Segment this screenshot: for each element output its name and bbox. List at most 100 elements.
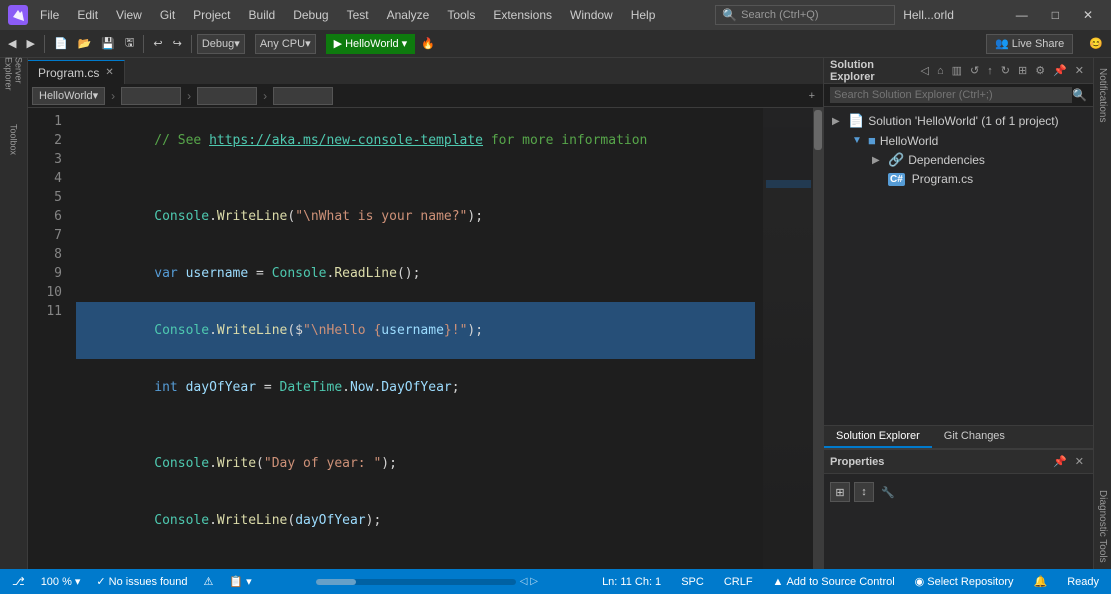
feedback-button[interactable]: 😊 <box>1085 35 1107 52</box>
menu-project[interactable]: Project <box>185 6 238 24</box>
no-issues[interactable]: ✓ No issues found <box>92 575 191 588</box>
prop-close-btn[interactable]: ✕ <box>1072 454 1087 469</box>
live-share-button[interactable]: 👥 Live Share <box>986 34 1073 54</box>
new-file-button[interactable]: 📄 <box>50 35 72 52</box>
se-btn-6[interactable]: ↻ <box>998 63 1013 78</box>
menu-extensions[interactable]: Extensions <box>485 6 560 24</box>
source-control-icon: ▲ <box>773 576 784 588</box>
toolbox-icon[interactable]: Toolbox <box>2 128 26 152</box>
tab-close-icon[interactable]: ✕ <box>105 67 113 78</box>
prop-settings-icon[interactable]: 🔧 <box>878 482 898 502</box>
ready-label: Ready <box>1067 576 1099 588</box>
far-right-sidebar: Notifications Diagnostic Tools <box>1093 58 1111 569</box>
breadcrumb-2[interactable] <box>121 87 181 105</box>
tree-project[interactable]: ▼ ■ HelloWorld <box>824 131 1093 150</box>
task-status[interactable]: 📋 ▾ <box>225 575 255 588</box>
breadcrumb-4[interactable] <box>273 87 333 105</box>
toolbar-separator-2 <box>143 35 144 53</box>
menu-analyze[interactable]: Analyze <box>379 6 438 24</box>
task-icon: 📋 <box>229 575 243 588</box>
menu-tools[interactable]: Tools <box>439 6 483 24</box>
breadcrumb-arrow-2: › <box>187 89 191 103</box>
tree-programcs[interactable]: ▶ C# Program.cs <box>824 170 1093 188</box>
se-close-btn[interactable]: ✕ <box>1072 63 1087 78</box>
diagnostic-tools-tab[interactable]: Diagnostic Tools <box>1095 484 1110 569</box>
cpu-config-dropdown[interactable]: Any CPU ▾ <box>255 34 316 54</box>
search-icon: 🔍 <box>722 8 737 22</box>
git-changes-tab[interactable]: Git Changes <box>932 426 1017 448</box>
save-all-button[interactable]: 🖫 <box>121 32 138 55</box>
code-line-7 <box>76 416 755 435</box>
breadcrumb-helloworld[interactable]: HelloWorld ▾ <box>32 87 105 105</box>
se-pin-btn[interactable]: 📌 <box>1050 63 1070 78</box>
menu-view[interactable]: View <box>108 6 150 24</box>
notification-bell[interactable]: 🔔 <box>1030 575 1052 588</box>
save-button[interactable]: 💾 <box>97 35 119 52</box>
se-bottom-tabs: Solution Explorer Git Changes <box>824 425 1093 449</box>
zoom-level[interactable]: 100 % ▾ <box>37 575 85 588</box>
se-btn-2[interactable]: ⌂ <box>934 63 947 78</box>
scrollbar-thumb[interactable] <box>814 110 822 150</box>
menu-window[interactable]: Window <box>562 6 621 24</box>
se-btn-7[interactable]: ⊞ <box>1015 63 1030 78</box>
select-repository[interactable]: ◉ Select Repository <box>911 575 1018 588</box>
minimize-button[interactable]: — <box>1006 6 1038 24</box>
se-btn-1[interactable]: ◁ <box>918 63 932 78</box>
se-settings-btn[interactable]: ⚙ <box>1032 63 1048 78</box>
vs-logo <box>8 5 28 25</box>
fire-button[interactable]: 🔥 <box>417 35 439 52</box>
tree-dependencies[interactable]: ▶ 🔗 Dependencies <box>824 150 1093 170</box>
se-toolbar: ◁ ⌂ ▥ ↺ ↑ ↻ ⊞ ⚙ 📌 ✕ <box>918 63 1087 78</box>
menu-debug[interactable]: Debug <box>285 6 336 24</box>
add-scroll-button[interactable]: + <box>805 88 819 104</box>
prop-categorized-icon[interactable]: ⊞ <box>830 482 850 502</box>
title-search-placeholder[interactable]: Search (Ctrl+Q) <box>741 9 818 21</box>
prop-alphabetical-icon[interactable]: ↕ <box>854 482 874 502</box>
tree-solution[interactable]: ▶ 📄 Solution 'HelloWorld' (1 of 1 projec… <box>824 111 1093 131</box>
forward-button[interactable]: ▶ <box>22 35 38 52</box>
toolbar: ◀ ▶ 📄 📂 💾 🖫 ↩ ↪ Debug ▾ Any CPU ▾ ▶ Hell… <box>0 30 1111 58</box>
window-controls: — □ ✕ <box>1006 6 1103 24</box>
back-button[interactable]: ◀ <box>4 35 20 52</box>
line-ending-status[interactable]: CRLF <box>720 576 757 588</box>
line-col-status[interactable]: Ln: 11 Ch: 1 <box>598 576 665 588</box>
solution-explorer-tab[interactable]: Solution Explorer <box>824 426 932 448</box>
encoding-status[interactable]: SPC <box>677 576 708 588</box>
git-status[interactable]: ⎇ <box>8 575 29 588</box>
add-source-control[interactable]: ▲ Add to Source Control <box>769 576 899 588</box>
warning-icon: ⚠ <box>204 575 214 588</box>
breadcrumb-3[interactable] <box>197 87 257 105</box>
main-layout: Server Explorer Toolbox Program.cs ✕ Hel… <box>0 58 1111 569</box>
vertical-scrollbar[interactable] <box>813 108 823 569</box>
issues-label: No issues found <box>109 576 188 588</box>
prop-pin-btn[interactable]: 📌 <box>1050 454 1070 469</box>
git-icon: ⎇ <box>12 575 25 588</box>
notifications-tab[interactable]: Notifications <box>1095 62 1110 128</box>
line-numbers: 1234 ⬤5 67891011 <box>28 108 68 569</box>
menu-edit[interactable]: Edit <box>69 6 106 24</box>
menu-build[interactable]: Build <box>241 6 284 24</box>
properties-inner-toolbar: ⊞ ↕ 🔧 <box>830 478 1087 506</box>
warnings[interactable]: ⚠ <box>200 575 218 588</box>
se-btn-4[interactable]: ↺ <box>967 63 982 78</box>
properties-toolbar: 📌 ✕ <box>1050 454 1087 469</box>
redo-button[interactable]: ↪ <box>169 35 186 52</box>
se-btn-3[interactable]: ▥ <box>949 63 965 78</box>
code-editor[interactable]: // See https://aka.ms/new-console-templa… <box>68 108 763 569</box>
properties-header: Properties 📌 ✕ <box>824 450 1093 474</box>
se-search-input[interactable] <box>830 87 1072 103</box>
maximize-button[interactable]: □ <box>1042 6 1069 24</box>
run-button[interactable]: ▶ HelloWorld ▾ <box>326 34 416 54</box>
se-btn-5[interactable]: ↑ <box>984 63 996 78</box>
undo-button[interactable]: ↩ <box>149 35 166 52</box>
menu-test[interactable]: Test <box>339 6 377 24</box>
menu-file[interactable]: File <box>32 6 67 24</box>
debug-config-dropdown[interactable]: Debug ▾ <box>197 34 245 54</box>
server-explorer-icon[interactable]: Server Explorer <box>2 62 26 86</box>
menu-git[interactable]: Git <box>152 6 183 24</box>
menu-help[interactable]: Help <box>623 6 664 24</box>
close-button[interactable]: ✕ <box>1073 6 1103 24</box>
program-cs-tab[interactable]: Program.cs ✕ <box>28 60 125 84</box>
tab-label: Program.cs <box>38 66 99 80</box>
open-button[interactable]: 📂 <box>74 35 96 52</box>
